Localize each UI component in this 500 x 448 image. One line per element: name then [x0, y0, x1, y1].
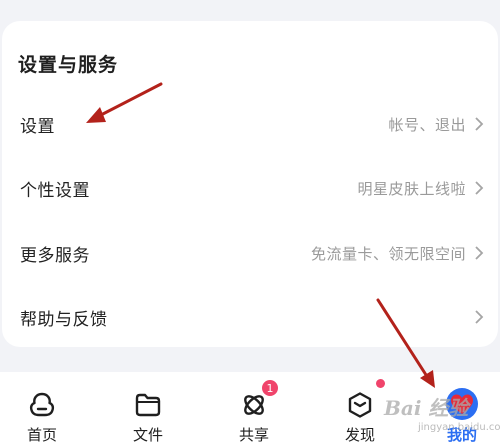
chevron-right-icon — [475, 310, 484, 324]
watermark-text: Bai 经验 — [384, 396, 469, 420]
tab-label: 文件 — [132, 426, 163, 444]
settings-row-personalize[interactable]: 个性设置 明星皮肤上线啦 — [2, 157, 498, 219]
row-value: 明星皮肤上线啦 — [357, 179, 466, 198]
row-value: 帐号、退出 — [388, 115, 466, 134]
section-title: 设置与服务 — [18, 54, 119, 76]
row-label: 设置 — [20, 116, 55, 137]
tab-home[interactable]: 首页 — [2, 372, 82, 448]
home-icon — [27, 390, 57, 420]
row-label: 更多服务 — [20, 245, 90, 266]
watermark-url: jingyan.baidu.com — [418, 422, 500, 433]
row-label: 个性设置 — [20, 180, 90, 201]
row-value: 免流量卡、领无限空间 — [310, 244, 466, 263]
tab-label: 发现 — [344, 426, 375, 444]
settings-row-help-feedback[interactable]: 帮助与反馈 — [2, 286, 498, 348]
chevron-right-icon — [475, 117, 484, 131]
settings-row-more-services[interactable]: 更多服务 免流量卡、领无限空间 — [2, 222, 498, 284]
screen: 设置与服务 设置 帐号、退出 个性设置 明星皮肤上线啦 更多服务 免流量卡、领无… — [0, 0, 500, 448]
tab-label: 共享 — [238, 426, 269, 444]
settings-row-settings[interactable]: 设置 帐号、退出 — [2, 93, 498, 155]
chevron-right-icon — [475, 181, 484, 195]
notification-badge: 1 — [261, 379, 279, 397]
tab-label: 首页 — [26, 426, 57, 444]
discover-icon — [345, 390, 375, 420]
tab-files[interactable]: 文件 — [108, 372, 188, 448]
discover-red-dot — [376, 379, 385, 388]
row-label: 帮助与反馈 — [20, 309, 108, 330]
chevron-right-icon — [475, 246, 484, 260]
share-icon: 1 — [239, 379, 279, 420]
folder-icon — [133, 390, 163, 420]
tab-share[interactable]: 1 共享 — [214, 372, 294, 448]
